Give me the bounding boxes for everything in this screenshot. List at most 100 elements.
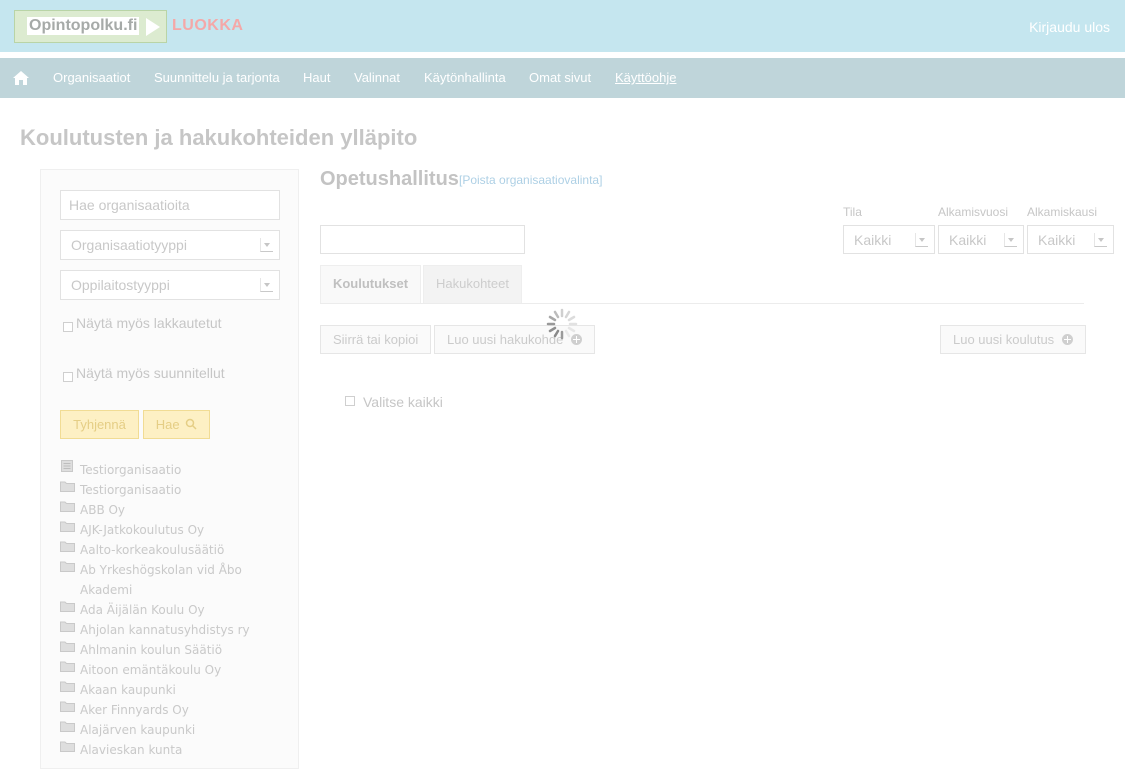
nav-omat-sivut[interactable]: Omat sivut bbox=[529, 70, 591, 85]
new-koulutus-label: Luo uusi koulutus bbox=[953, 332, 1055, 347]
loading-spinner-icon bbox=[546, 308, 578, 340]
logo-arrow-icon bbox=[146, 18, 160, 36]
folder-icon bbox=[60, 661, 75, 672]
tree-item-label: Aitoon emäntäkoulu Oy bbox=[80, 663, 222, 677]
move-copy-label: Siirrä tai kopioi bbox=[333, 332, 419, 347]
new-koulutus-button[interactable]: Luo uusi koulutus bbox=[940, 325, 1086, 354]
alkamiskausi-select[interactable]: Kaikki bbox=[1027, 225, 1114, 254]
tree-item[interactable]: Ahlmanin koulun Säätiö bbox=[60, 640, 290, 660]
tree-item[interactable]: Ahjolan kannatusyhdistys ry bbox=[60, 620, 290, 640]
tree-item[interactable]: Ab Yrkeshögskolan vid Åbo Akademi bbox=[60, 560, 290, 600]
tree-item[interactable]: Ada Äijälän Koulu Oy bbox=[60, 600, 290, 620]
folder-icon bbox=[60, 521, 75, 532]
home-icon[interactable] bbox=[12, 70, 30, 86]
tree-item-label: Ahjolan kannatusyhdistys ry bbox=[80, 623, 250, 637]
course-search-input[interactable] bbox=[320, 225, 525, 254]
organisation-sidebar: Hae organisaatioita Organisaatiotyyppi O… bbox=[40, 169, 299, 769]
nav-valinnat[interactable]: Valinnat bbox=[354, 70, 400, 85]
search-icon bbox=[185, 418, 197, 430]
tree-item[interactable]: Testiorganisaatio bbox=[60, 460, 290, 480]
select-all-checkbox[interactable] bbox=[345, 396, 355, 406]
alkamisvuosi-select[interactable]: Kaikki bbox=[938, 225, 1024, 254]
tree-item-label: Ada Äijälän Koulu Oy bbox=[80, 603, 205, 617]
tila-label: Tila bbox=[843, 205, 862, 219]
tab-koulutukset[interactable]: Koulutukset bbox=[320, 265, 421, 303]
tree-item[interactable]: AJK-Jatkokoulutus Oy bbox=[60, 520, 290, 540]
tree-item-label: ABB Oy bbox=[80, 503, 126, 517]
tila-select[interactable]: Kaikki bbox=[843, 225, 935, 254]
clear-button-label: Tyhjennä bbox=[73, 417, 126, 432]
tree-item[interactable]: Akaan kaupunki bbox=[60, 680, 290, 700]
document-icon bbox=[61, 460, 73, 472]
tab-koulutukset-label: Koulutukset bbox=[332, 276, 409, 291]
plus-circle-icon bbox=[1061, 334, 1073, 345]
environment-label: LUOKKA bbox=[172, 17, 244, 34]
alkamiskausi-value: Kaikki bbox=[1038, 232, 1076, 248]
alkamiskausi-label: Alkamiskausi bbox=[1027, 205, 1098, 219]
folder-icon bbox=[60, 541, 75, 552]
organisation-search-input[interactable]: Hae organisaatioita bbox=[60, 190, 280, 220]
folder-icon bbox=[60, 501, 75, 512]
show-planned-label: Näytä myös suunnitellut bbox=[76, 365, 225, 381]
alkamisvuosi-label: Alkamisvuosi bbox=[938, 205, 1009, 219]
tree-item-label: Testiorganisaatio bbox=[80, 483, 182, 497]
main-navigation: Organisaatiot Suunnittelu ja tarjonta Ha… bbox=[0, 58, 1125, 98]
tree-item[interactable]: ABB Oy bbox=[60, 500, 290, 520]
folder-icon bbox=[60, 701, 75, 712]
tree-item-label: Aalto-korkeakoulusäätiö bbox=[80, 543, 225, 557]
folder-icon bbox=[60, 681, 75, 692]
folder-icon bbox=[60, 641, 75, 652]
organisation-tree: Testiorganisaatio Testiorganisaatio ABB … bbox=[60, 460, 290, 760]
tree-item[interactable]: Alavieskan kunta bbox=[60, 740, 290, 760]
folder-icon bbox=[60, 481, 75, 492]
folder-icon bbox=[60, 561, 75, 572]
organisation-type-value: Organisaatiotyyppi bbox=[71, 237, 187, 253]
chevron-down-icon bbox=[260, 278, 273, 292]
chevron-down-icon bbox=[260, 238, 273, 252]
tree-item[interactable]: Aker Finnyards Oy bbox=[60, 700, 290, 720]
tree-item-label: Testiorganisaatio bbox=[80, 463, 182, 477]
show-planned-checkbox[interactable] bbox=[63, 372, 73, 382]
show-closed-checkbox[interactable] bbox=[63, 322, 73, 332]
folder-icon bbox=[60, 621, 75, 632]
organisation-type-select[interactable]: Organisaatiotyyppi bbox=[60, 230, 280, 260]
tree-item[interactable]: Alajärven kaupunki bbox=[60, 720, 290, 740]
opintopolku-logo[interactable]: Opintopolku.fi bbox=[14, 10, 167, 43]
tree-item[interactable]: Aitoon emäntäkoulu Oy bbox=[60, 660, 290, 680]
nav-suunnittelu-ja-tarjonta[interactable]: Suunnittelu ja tarjonta bbox=[154, 70, 280, 85]
page-title: Koulutusten ja hakukohteiden ylläpito bbox=[20, 125, 418, 150]
nav-haut[interactable]: Haut bbox=[303, 70, 330, 85]
folder-icon bbox=[60, 601, 75, 612]
logo-text: Opintopolku.fi bbox=[27, 17, 140, 35]
tree-item[interactable]: Testiorganisaatio bbox=[60, 480, 290, 500]
nav-organisaatiot[interactable]: Organisaatiot bbox=[53, 70, 130, 85]
search-button-label: Hae bbox=[155, 417, 180, 432]
organisation-search-placeholder: Hae organisaatioita bbox=[69, 197, 190, 213]
move-copy-button[interactable]: Siirrä tai kopioi bbox=[320, 325, 432, 354]
alkamisvuosi-value: Kaikki bbox=[949, 232, 987, 248]
top-header: Opintopolku.fi LUOKKA Kirjaudu ulos bbox=[0, 0, 1125, 52]
tree-item-label: Ahlmanin koulun Säätiö bbox=[80, 643, 223, 657]
tree-item-label: AJK-Jatkokoulutus Oy bbox=[80, 523, 205, 537]
tab-hakukohteet-label: Hakukohteet bbox=[436, 276, 509, 291]
chevron-down-icon bbox=[915, 233, 928, 247]
remove-organisation-link[interactable]: [Poista organisaatiovalinta] bbox=[459, 173, 602, 187]
tab-hakukohteet[interactable]: Hakukohteet bbox=[423, 265, 522, 303]
clear-button[interactable]: Tyhjennä bbox=[60, 410, 139, 439]
chevron-down-icon bbox=[1094, 233, 1107, 247]
tree-item-label: Akaan kaupunki bbox=[80, 683, 176, 697]
nav-kayttoohje[interactable]: Käyttöohje bbox=[615, 70, 676, 85]
folder-icon bbox=[60, 741, 75, 752]
tree-item-label: Aker Finnyards Oy bbox=[80, 703, 189, 717]
school-type-select[interactable]: Oppilaitostyyppi bbox=[60, 270, 280, 300]
nav-kaytonhallinta[interactable]: Käytönhallinta bbox=[424, 70, 506, 85]
tree-item[interactable]: Aalto-korkeakoulusäätiö bbox=[60, 540, 290, 560]
tree-item-label: Alajärven kaupunki bbox=[80, 723, 196, 737]
tabs-divider bbox=[320, 303, 1084, 304]
chevron-down-icon bbox=[1004, 233, 1017, 247]
folder-icon bbox=[60, 721, 75, 732]
selected-organisation-name: Opetushallitus bbox=[320, 168, 459, 190]
tila-value: Kaikki bbox=[854, 232, 892, 248]
search-button[interactable]: Hae bbox=[143, 410, 210, 439]
logout-link[interactable]: Kirjaudu ulos bbox=[1029, 19, 1110, 35]
